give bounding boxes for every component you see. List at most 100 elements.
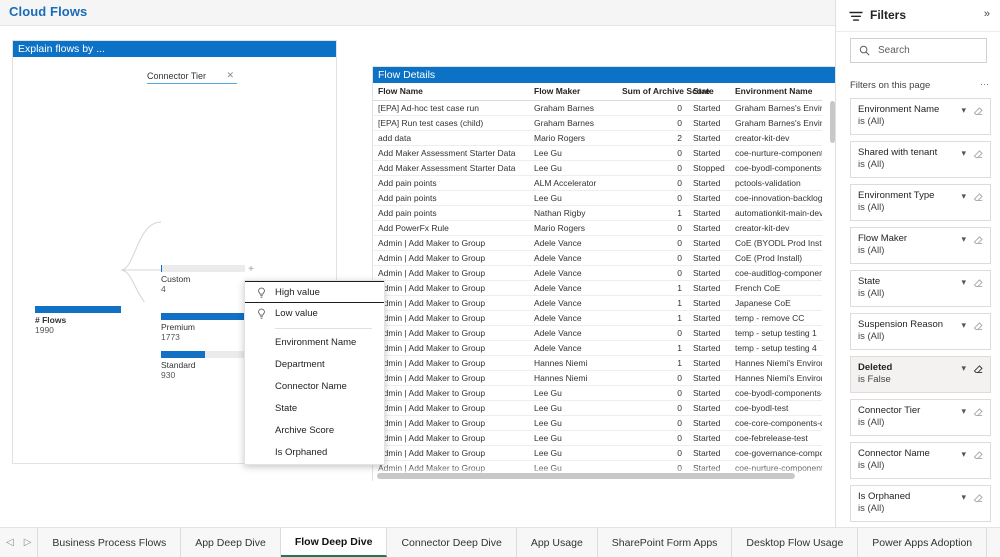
next-page-icon[interactable]: ▷ [24, 537, 32, 548]
clear-filter-eraser-icon[interactable] [973, 276, 984, 294]
tree-level-header[interactable]: Connector Tier ✕ [147, 71, 237, 84]
chevron-down-icon[interactable]: ▾ [961, 449, 966, 460]
table-row[interactable]: [EPA] Run test cases (child)Graham Barne… [373, 116, 822, 131]
expand-node-icon[interactable]: + [248, 264, 254, 275]
clear-filter-eraser-icon[interactable] [973, 233, 984, 251]
filter-card-is-orphaned[interactable]: Is Orphanedis (All)▾ [850, 485, 991, 522]
table-row[interactable]: Admin | Add Maker to GroupHannes Niemi0S… [373, 371, 822, 386]
chevron-down-icon[interactable]: ▾ [961, 406, 966, 417]
table-row[interactable]: [EPA] Ad-hoc test case runGraham Barnes0… [373, 101, 822, 116]
table-row[interactable]: Add pain pointsALM Accelerator0Startedpc… [373, 176, 822, 191]
tab-connector-deep-dive[interactable]: Connector Deep Dive [387, 528, 516, 557]
flow-details-visual[interactable]: Flow Details Flow Name Flow Maker Sum of… [372, 66, 838, 481]
close-icon[interactable]: ✕ [226, 70, 234, 81]
filter-card-environment-name[interactable]: Environment Nameis (All)▾ [850, 98, 991, 135]
clear-filter-eraser-icon[interactable] [973, 104, 984, 122]
column-header-sum-of-archive-score[interactable]: Sum of Archive Score [617, 83, 688, 101]
tab-app-deep-dive[interactable]: App Deep Dive [181, 528, 281, 557]
table-row[interactable]: Admin | Add Maker to GroupLee Gu0Started… [373, 431, 822, 446]
table-row[interactable]: Admin | Add Maker to GroupAdele Vance1St… [373, 296, 822, 311]
filter-card-environment-type[interactable]: Environment Typeis (All)▾ [850, 184, 991, 221]
table-row[interactable]: Admin | Add Maker to GroupHannes Niemi1S… [373, 356, 822, 371]
table-cell: add data [373, 131, 529, 146]
chevron-down-icon[interactable]: ▾ [961, 234, 966, 245]
tab-app-usage[interactable]: App Usage [517, 528, 598, 557]
tab-business-process-flows[interactable]: Business Process Flows [38, 528, 181, 557]
clear-filter-eraser-icon[interactable] [973, 405, 984, 423]
filters-search-box[interactable]: Search [850, 38, 987, 63]
table-row[interactable]: Admin | Add Maker to GroupAdele Vance0St… [373, 326, 822, 341]
tree-node-custom[interactable]: + Custom 4 [161, 265, 245, 294]
tree-node-standard[interactable]: + Standard 930 [161, 351, 245, 380]
tab-desktop-flow-usage[interactable]: Desktop Flow Usage [732, 528, 858, 557]
context-menu-field-department[interactable]: Department [245, 354, 384, 376]
clear-filter-eraser-icon[interactable] [973, 190, 984, 208]
context-menu-field-environment-name[interactable]: Environment Name [245, 332, 384, 354]
context-menu-field-connector-name[interactable]: Connector Name [245, 376, 384, 398]
filter-card-suspension-reason[interactable]: Suspension Reasonis (All)▾ [850, 313, 991, 350]
table-row[interactable]: Admin | Add Maker to GroupAdele Vance0St… [373, 236, 822, 251]
table-row[interactable]: Admin | Add Maker to GroupAdele Vance1St… [373, 341, 822, 356]
filter-card-flow-maker[interactable]: Flow Makeris (All)▾ [850, 227, 991, 264]
column-header-flow-name[interactable]: Flow Name [373, 83, 529, 101]
chevron-double-right-icon[interactable]: » [984, 8, 990, 20]
table-row[interactable]: Add pain pointsNathan Rigby1Startedautom… [373, 206, 822, 221]
chevron-down-icon[interactable]: ▾ [961, 148, 966, 159]
table-cell: Add PowerFx Rule [373, 221, 529, 236]
table-row[interactable]: Admin | Add Maker to GroupLee Gu0Started… [373, 446, 822, 461]
filters-pane[interactable]: Filters » Search Filters on this page ⋯ … [835, 0, 1000, 527]
page-tab-bar[interactable]: ◁ ▷ Business Process FlowsApp Deep DiveF… [0, 527, 1000, 557]
column-header-environment-name[interactable]: Environment Name [730, 83, 822, 101]
context-menu-field-archive-score[interactable]: Archive Score [245, 420, 384, 442]
chevron-down-icon[interactable]: ▾ [961, 277, 966, 288]
clear-filter-eraser-icon[interactable] [973, 362, 984, 380]
tab-flow-deep-dive[interactable]: Flow Deep Dive [281, 528, 388, 557]
table-row[interactable]: Add Maker Assessment Starter DataLee Gu0… [373, 161, 822, 176]
column-header-state[interactable]: State [688, 83, 730, 101]
tree-node-context-menu[interactable]: High value Low value Environment NameDep… [244, 280, 385, 465]
more-options-icon[interactable]: ⋯ [980, 79, 990, 90]
tab-label: Power Apps Adoption [872, 537, 972, 549]
clear-filter-eraser-icon[interactable] [973, 448, 984, 466]
chevron-down-icon[interactable]: ▾ [961, 191, 966, 202]
flow-details-table-wrap[interactable]: Flow Name Flow Maker Sum of Archive Scor… [373, 83, 837, 481]
column-header-flow-maker[interactable]: Flow Maker [529, 83, 617, 101]
table-row[interactable]: Admin | Add Maker to GroupAdele Vance1St… [373, 281, 822, 296]
table-row[interactable]: Admin | Add Maker to GroupLee Gu0Started… [373, 401, 822, 416]
context-menu-field-is-orphaned[interactable]: Is Orphaned [245, 442, 384, 464]
context-menu-field-state[interactable]: State [245, 398, 384, 420]
chevron-down-icon[interactable]: ▾ [961, 320, 966, 331]
table-row[interactable]: Admin | Add Maker to GroupLee Gu0Started… [373, 386, 822, 401]
filters-header: Filters » [836, 0, 1000, 32]
tree-node-premium[interactable]: + Premium 1773 [161, 313, 245, 342]
table-row[interactable]: Admin | Add Maker to GroupLee Gu0Started… [373, 416, 822, 431]
table-row[interactable]: Add pain pointsLee Gu0Startedcoe-innovat… [373, 191, 822, 206]
prev-page-icon[interactable]: ◁ [6, 537, 14, 548]
table-horizontal-scrollbar[interactable] [377, 473, 795, 479]
filters-search-placeholder: Search [878, 45, 910, 56]
filter-card-deleted[interactable]: Deletedis False▾ [850, 356, 991, 393]
clear-filter-eraser-icon[interactable] [973, 319, 984, 337]
filter-card-connector-tier[interactable]: Connector Tieris (All)▾ [850, 399, 991, 436]
tab-power-apps-adoption[interactable]: Power Apps Adoption [858, 528, 987, 557]
clear-filter-eraser-icon[interactable] [973, 147, 984, 165]
tab-sharepoint-form-apps[interactable]: SharePoint Form Apps [598, 528, 733, 557]
tree-node-root[interactable]: # Flows 1990 [35, 306, 121, 335]
table-row[interactable]: add dataMario Rogers2Startedcreator-kit-… [373, 131, 822, 146]
chevron-down-icon[interactable]: ▾ [961, 363, 966, 374]
filter-card-shared-with-tenant[interactable]: Shared with tenantis (All)▾ [850, 141, 991, 178]
filter-card-state[interactable]: Stateis (All)▾ [850, 270, 991, 307]
table-row[interactable]: Admin | Add Maker to GroupAdele Vance1St… [373, 311, 822, 326]
context-menu-item-low-value[interactable]: Low value [245, 303, 384, 325]
table-row[interactable]: Add PowerFx RuleMario Rogers0Startedcrea… [373, 221, 822, 236]
table-row[interactable]: Admin | Add Maker to GroupAdele Vance0St… [373, 251, 822, 266]
chevron-down-icon[interactable]: ▾ [961, 492, 966, 503]
table-row[interactable]: Add Maker Assessment Starter DataLee Gu0… [373, 146, 822, 161]
chevron-down-icon[interactable]: ▾ [961, 105, 966, 116]
filter-card-connector-name[interactable]: Connector Nameis (All)▾ [850, 442, 991, 479]
tab-power[interactable]: Power [987, 528, 1000, 557]
table-cell: 1 [617, 341, 688, 356]
table-row[interactable]: Admin | Add Maker to GroupAdele Vance0St… [373, 266, 822, 281]
context-menu-item-high-value[interactable]: High value [245, 281, 384, 303]
clear-filter-eraser-icon[interactable] [973, 491, 984, 509]
